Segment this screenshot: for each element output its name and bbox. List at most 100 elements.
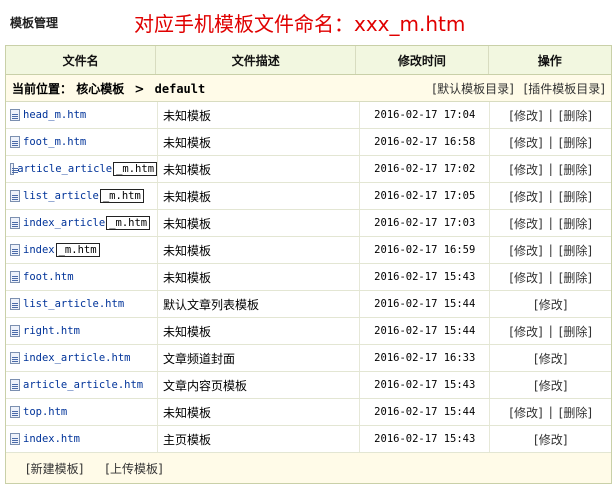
mobile-suffix-highlight: _m.htm <box>55 243 100 257</box>
delete-link[interactable]: [删除] <box>559 161 592 178</box>
file-name: article_article.htm <box>23 379 143 391</box>
file-name-link[interactable]: index <box>23 244 55 256</box>
file-name-link[interactable]: index.htm <box>23 433 80 445</box>
action-separator: | <box>548 108 553 122</box>
delete-link[interactable]: [删除] <box>559 323 592 340</box>
edit-link[interactable]: [修改] <box>509 323 542 340</box>
table-row: index.htm 主页模板 2016-02-17 15:43 [修改] <box>6 426 611 453</box>
edit-link[interactable]: [修改] <box>534 431 567 448</box>
edit-link[interactable]: [修改] <box>509 404 542 421</box>
edit-link[interactable]: [修改] <box>509 242 542 259</box>
file-name: head_m.htm <box>23 109 86 121</box>
file-name-link[interactable]: list_article.htm <box>23 298 124 310</box>
cell-actions: [修改] <box>490 345 611 371</box>
table-footer: [新建模板] [上传模板] <box>6 453 611 483</box>
file-icon <box>10 271 20 283</box>
edit-link[interactable]: [修改] <box>509 188 542 205</box>
file-name-link[interactable]: article_article.htm <box>23 379 143 391</box>
table-row: index_article _m.htm 未知模板 2016-02-17 17:03[… <box>6 210 611 237</box>
file-name: index _m.htm <box>23 243 100 257</box>
file-name-link[interactable]: index_article <box>23 217 105 229</box>
file-name: index_article.htm <box>23 352 130 364</box>
file-icon <box>10 244 20 256</box>
table-row: top.htm 未知模板 2016-02-17 15:44 [修改] | [删除] <box>6 399 611 426</box>
delete-link[interactable]: [删除] <box>559 269 592 286</box>
edit-link[interactable]: [修改] <box>534 350 567 367</box>
mobile-suffix-highlight: _m.htm <box>106 216 151 230</box>
cell-modified-time: 2016-02-17 15:44 <box>360 291 491 317</box>
file-name-link[interactable]: list_article <box>23 190 99 202</box>
cell-description: 默认文章列表模板 <box>158 291 361 317</box>
cell-filename: index _m.htm <box>6 237 159 263</box>
file-icon <box>10 406 20 418</box>
plugin-template-dir-link[interactable]: [插件模板目录] <box>524 82 605 96</box>
file-name: article_article _m.htm <box>17 162 158 176</box>
cell-modified-time: 2016-02-17 15:43 <box>360 264 491 290</box>
new-template-button[interactable]: [新建模板] <box>26 460 83 477</box>
cell-filename: article_article _m.htm <box>6 156 159 182</box>
file-name: index.htm <box>23 433 80 445</box>
table-row: index_article.htm 文章频道封面 2016-02-17 16:33 [… <box>6 345 611 372</box>
delete-link[interactable]: [删除] <box>559 188 592 205</box>
cell-modified-time: 2016-02-17 15:43 <box>360 372 491 398</box>
breadcrumb-root[interactable]: 核心模板 <box>76 82 124 96</box>
file-name: foot.htm <box>23 271 74 283</box>
file-name-link[interactable]: foot.htm <box>23 271 74 283</box>
cell-actions: [修改] | [删除] <box>490 183 611 209</box>
breadcrumb-separator: > <box>134 81 145 96</box>
cell-modified-time: 2016-02-17 15:44 <box>360 318 491 344</box>
cell-actions: [修改] | [删除] <box>490 210 611 236</box>
action-separator: | <box>548 405 553 419</box>
cell-actions: [修改] <box>490 291 611 317</box>
file-name-link[interactable]: head_m.htm <box>23 109 86 121</box>
breadcrumb: 当前位置： 核心模板 > default <box>12 80 205 97</box>
cell-modified-time: 2016-02-17 17:03 <box>360 210 491 236</box>
header-modified-time: 修改时间 <box>356 46 489 74</box>
breadcrumb-current: default <box>154 81 206 96</box>
delete-link[interactable]: [删除] <box>559 107 592 124</box>
header-filename: 文件名 <box>6 46 157 74</box>
file-name: foot_m.htm <box>23 136 86 148</box>
file-icon <box>10 217 20 229</box>
upload-template-button[interactable]: [上传模板] <box>105 460 162 477</box>
table-row: right.htm 未知模板 2016-02-17 15:44 [修改] | [删除] <box>6 318 611 345</box>
edit-link[interactable]: [修改] <box>509 161 542 178</box>
file-name-link[interactable]: right.htm <box>23 325 80 337</box>
delete-link[interactable]: [删除] <box>559 404 592 421</box>
edit-link[interactable]: [修改] <box>534 377 567 394</box>
delete-link[interactable]: [删除] <box>559 134 592 151</box>
cell-filename: index_article _m.htm <box>6 210 159 236</box>
cell-description: 未知模板 <box>158 264 361 290</box>
delete-link[interactable]: [删除] <box>559 242 592 259</box>
cell-modified-time: 2016-02-17 17:04 <box>360 102 491 128</box>
edit-link[interactable]: [修改] <box>509 269 542 286</box>
file-name: top.htm <box>23 406 67 418</box>
edit-link[interactable]: [修改] <box>534 296 567 313</box>
file-name-link[interactable]: article_article <box>17 163 112 175</box>
edit-link[interactable]: [修改] <box>509 215 542 232</box>
location-prefix: 当前位置： <box>12 81 73 96</box>
action-separator: | <box>548 162 553 176</box>
top-bar: 模板管理 对应手机模板文件命名：xxx_m.htm <box>0 0 616 43</box>
table-row: article_article _m.htm 未知模板 2016-02-17 17:0… <box>6 156 611 183</box>
action-separator: | <box>548 135 553 149</box>
mobile-suffix-highlight: _m.htm <box>99 189 144 203</box>
cell-actions: [修改] | [删除] <box>490 102 611 128</box>
cell-description: 未知模板 <box>158 399 361 425</box>
file-name-link[interactable]: index_article.htm <box>23 352 130 364</box>
file-name-link[interactable]: foot_m.htm <box>23 136 86 148</box>
table-row: index _m.htm 未知模板 2016-02-17 16:59 [修改] | [删除] <box>6 237 611 264</box>
file-icon <box>10 136 20 148</box>
action-separator: | <box>548 270 553 284</box>
file-icon <box>10 433 20 445</box>
cell-description: 未知模板 <box>158 129 361 155</box>
delete-link[interactable]: [删除] <box>559 215 592 232</box>
file-name: list_article _m.htm <box>23 189 144 203</box>
file-name-link[interactable]: top.htm <box>23 406 67 418</box>
file-name: right.htm <box>23 325 80 337</box>
default-template-dir-link[interactable]: [默认模板目录] <box>432 82 513 96</box>
edit-link[interactable]: [修改] <box>509 107 542 124</box>
edit-link[interactable]: [修改] <box>509 134 542 151</box>
table-row: article_article.htm 文章内容页模板 2016-02-17 15:… <box>6 372 611 399</box>
file-icon <box>10 190 20 202</box>
